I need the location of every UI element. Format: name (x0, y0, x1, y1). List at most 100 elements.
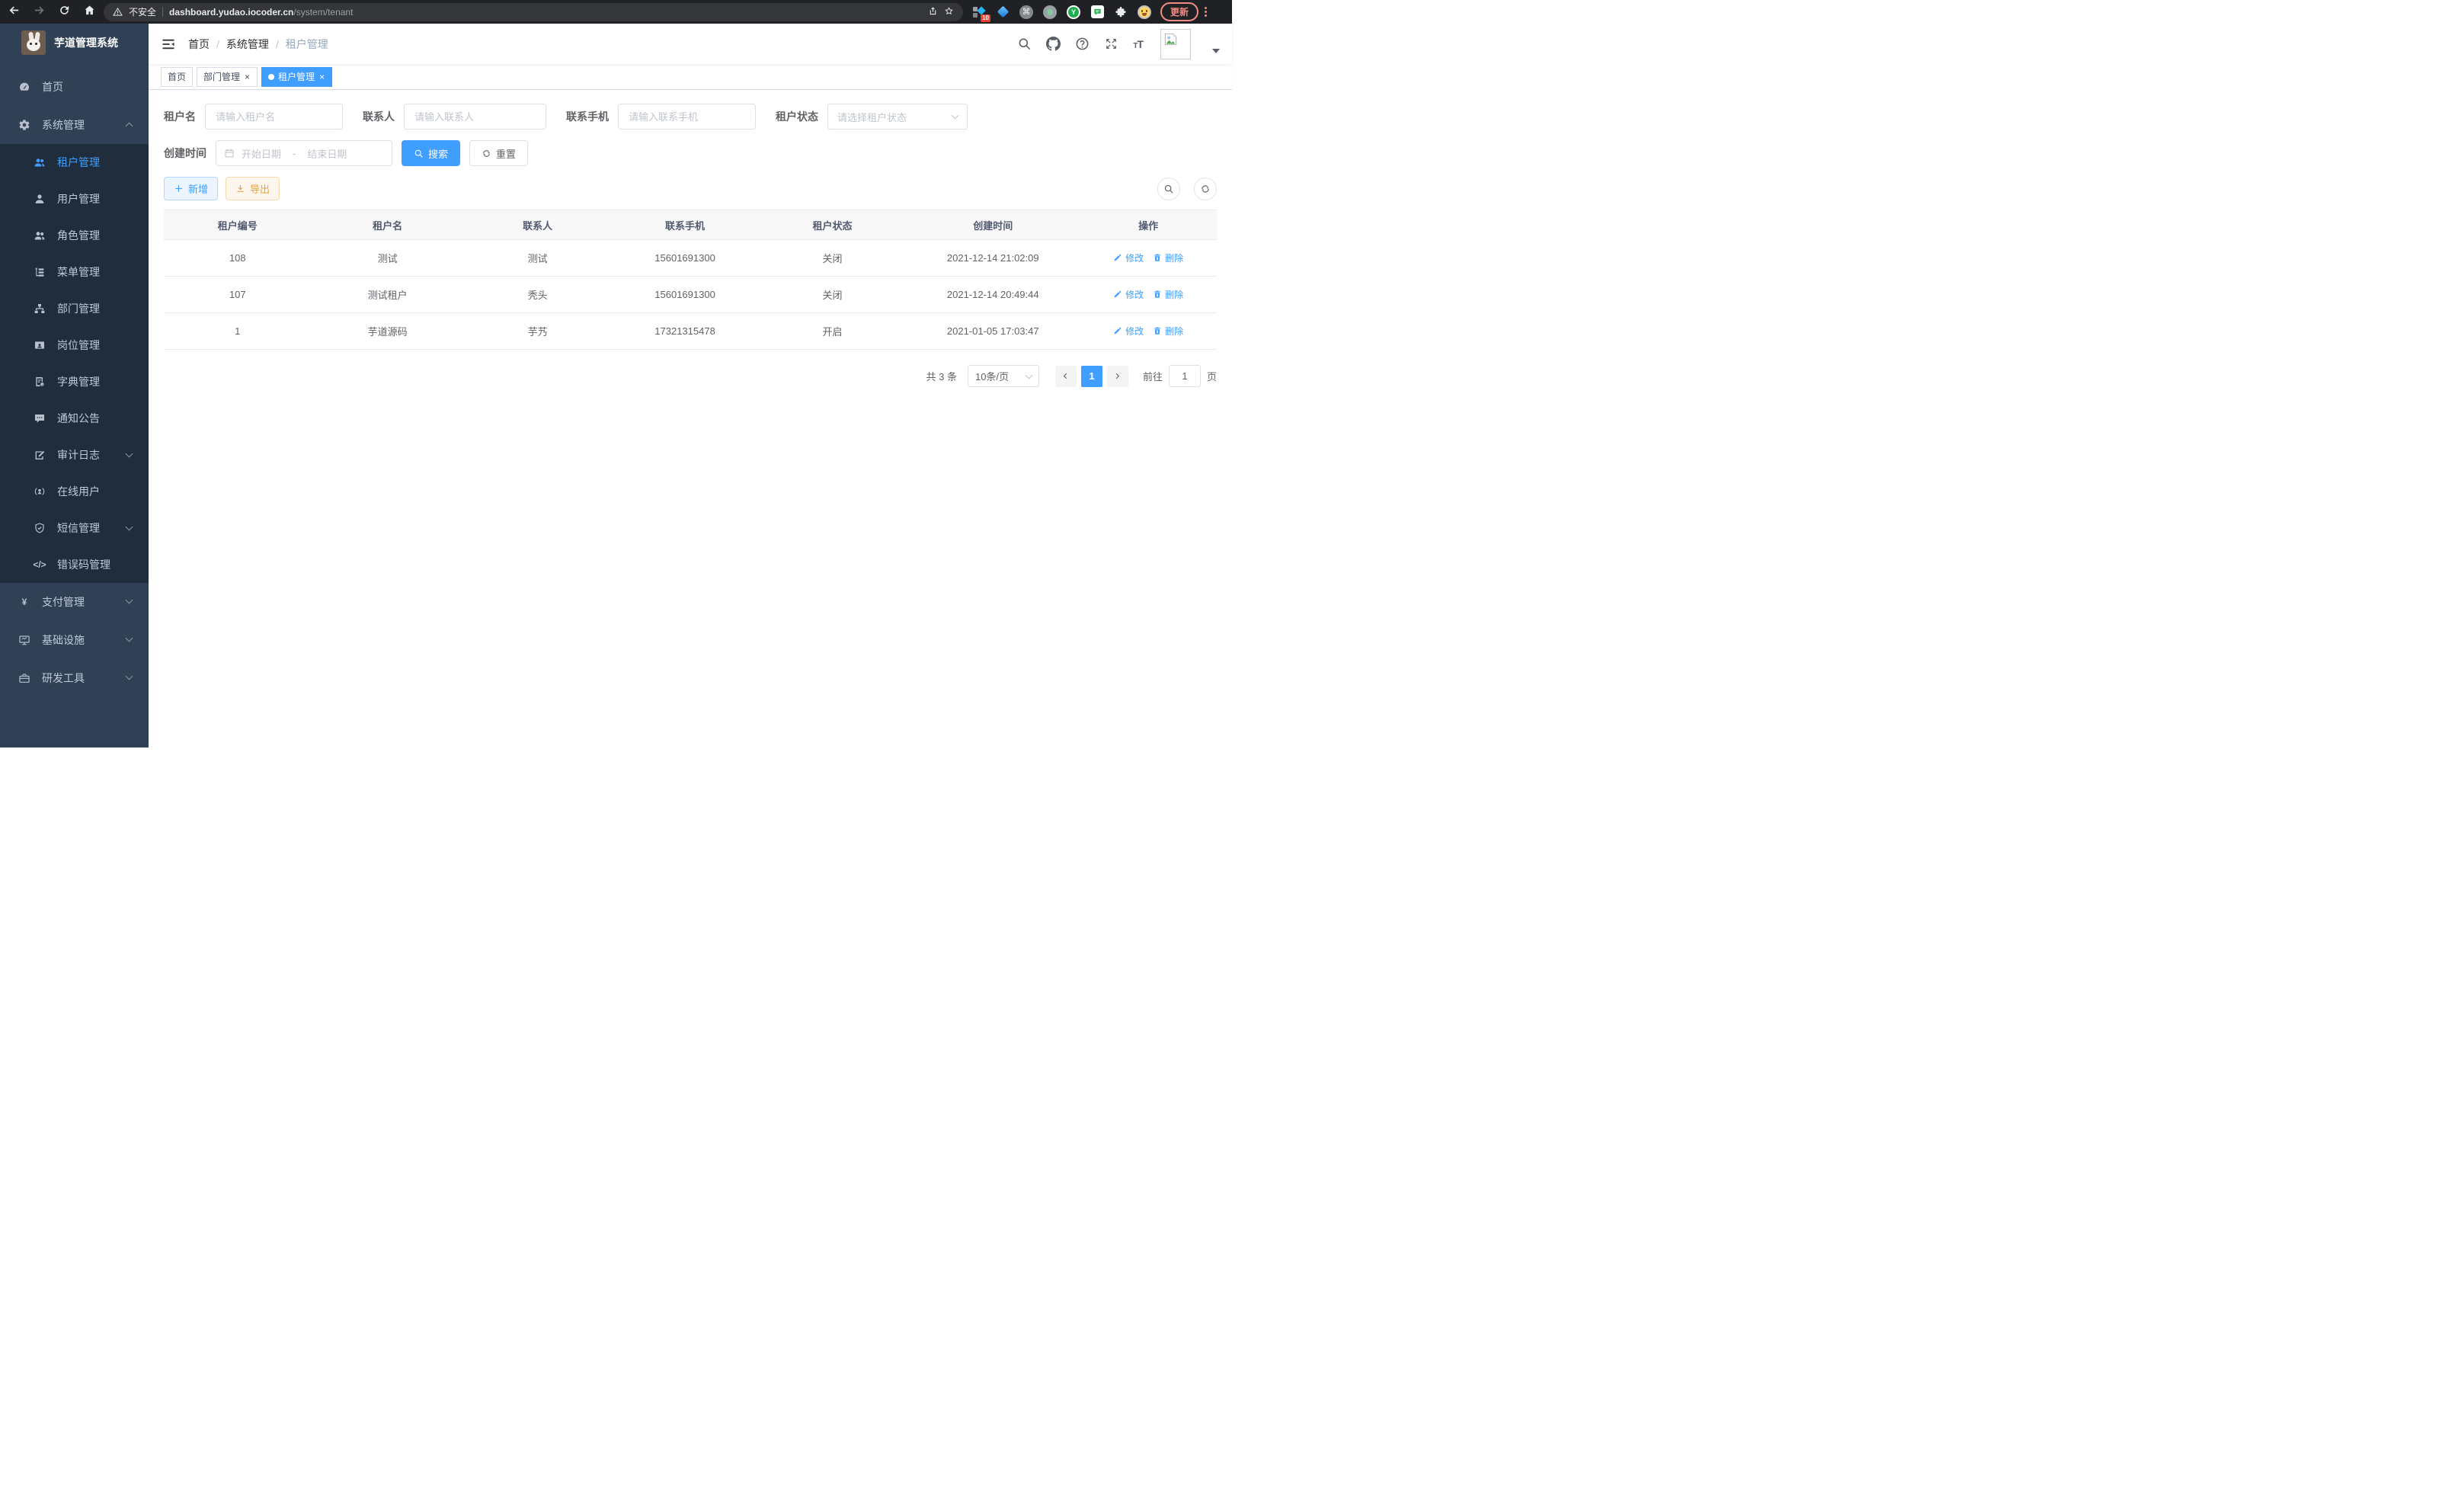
col-created: 创建时间 (906, 210, 1080, 240)
forward-icon[interactable] (33, 4, 46, 21)
help-icon[interactable] (1075, 37, 1090, 51)
sidebar-item-10[interactable]: 审计日志 (0, 437, 149, 473)
delete-link[interactable]: 删除 (1153, 251, 1183, 264)
add-button[interactable]: 新增 (164, 177, 218, 200)
url-host: dashboard.yudao.iocoder.cn (169, 7, 293, 18)
cell-actions: 修改删除 (1080, 313, 1217, 350)
edit-link[interactable]: 修改 (1113, 251, 1144, 264)
reset-button[interactable]: 重置 (469, 140, 528, 166)
mobile-label: 联系手机 (566, 109, 609, 124)
share-icon[interactable] (928, 6, 938, 18)
logo-image (21, 30, 46, 55)
breadcrumb-home[interactable]: 首页 (188, 37, 210, 52)
back-icon[interactable] (8, 4, 21, 21)
edit-link[interactable]: 修改 (1113, 325, 1144, 338)
url-path: /system/tenant (293, 7, 353, 18)
download-icon (235, 184, 245, 194)
next-page-button[interactable] (1107, 366, 1128, 387)
breadcrumb-system[interactable]: 系统管理 (226, 37, 269, 52)
reload-icon[interactable] (58, 4, 71, 21)
chevron-down-icon (126, 597, 133, 604)
sidebar-item-0[interactable]: 首页 (0, 68, 149, 106)
close-icon[interactable]: × (318, 72, 325, 82)
logo-row[interactable]: 芋道管理系统 (0, 24, 149, 62)
profile-emoji-icon[interactable] (1138, 5, 1151, 19)
goto-page-input[interactable] (1169, 365, 1201, 387)
cell-tenant-id: 108 (164, 240, 311, 277)
pencil-icon (1113, 290, 1122, 299)
start-date: 开始日期 (242, 146, 281, 161)
app-title: 芋道管理系统 (54, 35, 118, 50)
sidebar-item-5[interactable]: 菜单管理 (0, 254, 149, 290)
toggle-search-button[interactable] (1157, 178, 1180, 200)
font-size-icon[interactable]: TT (1133, 38, 1143, 50)
breadcrumb-separator: / (216, 38, 219, 50)
tab-tenant[interactable]: 租户管理 × (261, 67, 332, 87)
tenant-name-input[interactable] (205, 104, 343, 130)
dict-icon (34, 376, 46, 388)
search-icon (414, 149, 424, 158)
delete-link[interactable]: 删除 (1153, 325, 1183, 338)
sidebar-collapse-icon[interactable] (161, 37, 176, 52)
sidebar-item-11[interactable]: 在线用户 (0, 473, 149, 510)
fullscreen-icon[interactable] (1104, 37, 1118, 51)
prev-page-button[interactable] (1055, 366, 1077, 387)
address-bar[interactable]: 不安全 dashboard.yudao.iocoder.cn/system/te… (104, 3, 963, 21)
delete-link[interactable]: 删除 (1153, 288, 1183, 301)
pay-icon: ¥ (18, 596, 30, 608)
date-range-picker[interactable]: 开始日期 - 结束日期 (216, 140, 392, 166)
sidebar: 芋道管理系统 首页系统管理租户管理用户管理角色管理菜单管理部门管理岗位管理字典管… (0, 24, 149, 748)
sidebar-item-7[interactable]: 岗位管理 (0, 327, 149, 363)
extension-y-icon[interactable]: Y (1067, 5, 1080, 19)
extension-dot-icon[interactable] (1043, 5, 1057, 19)
tab-dept[interactable]: 部门管理 × (197, 67, 258, 87)
cell-mobile: 17321315478 (611, 313, 758, 350)
chevron-down-icon (126, 635, 133, 642)
github-icon[interactable] (1046, 37, 1061, 51)
sidebar-menu: 首页系统管理租户管理用户管理角色管理菜单管理部门管理岗位管理字典管理通知公告审计… (0, 68, 149, 697)
browser-menu-icon[interactable] (1202, 7, 1210, 17)
cell-tenant-id: 1 (164, 313, 311, 350)
status-select[interactable]: 请选择租户状态 (827, 104, 968, 130)
extension-tiles-icon[interactable]: 10 (972, 5, 986, 19)
extensions-puzzle-icon[interactable] (1114, 5, 1128, 19)
avatar[interactable] (1160, 29, 1191, 59)
trash-icon (1153, 290, 1162, 299)
search-button[interactable]: 搜索 (402, 140, 460, 166)
sidebar-item-9[interactable]: 通知公告 (0, 400, 149, 437)
sidebar-item-8[interactable]: 字典管理 (0, 363, 149, 400)
export-button[interactable]: 导出 (226, 177, 280, 200)
bookmark-star-icon[interactable] (944, 6, 954, 18)
mobile-input[interactable] (618, 104, 756, 130)
page-size-select[interactable]: 10条/页 (968, 365, 1039, 387)
chrome-update-button[interactable]: 更新 (1160, 2, 1198, 21)
sidebar-item-3[interactable]: 用户管理 (0, 181, 149, 217)
page-1-button[interactable]: 1 (1081, 366, 1102, 387)
edit-link[interactable]: 修改 (1113, 288, 1144, 301)
sidebar-item-14[interactable]: ¥支付管理 (0, 583, 149, 621)
table-row-1: 107测试租户秃头15601691300关闭2021-12-14 20:49:4… (164, 277, 1217, 313)
cell-created: 2021-12-14 20:49:44 (906, 277, 1080, 313)
search-icon[interactable] (1017, 37, 1032, 51)
tab-home[interactable]: 首页 (161, 67, 193, 87)
sidebar-item-16[interactable]: 研发工具 (0, 659, 149, 697)
cell-created: 2021-12-14 21:02:09 (906, 240, 1080, 277)
close-icon[interactable]: × (244, 72, 251, 82)
sidebar-item-15[interactable]: 基础设施 (0, 621, 149, 659)
sidebar-item-2[interactable]: 租户管理 (0, 144, 149, 181)
extension-command-icon[interactable]: ⌘ (1019, 5, 1033, 19)
pagination: 共 3 条 10条/页 1 前往 页 (164, 365, 1217, 387)
sidebar-item-1[interactable]: 系统管理 (0, 106, 149, 144)
calendar-icon (224, 148, 235, 158)
refresh-icon (482, 149, 491, 158)
sidebar-item-12[interactable]: 短信管理 (0, 510, 149, 546)
sidebar-item-13[interactable]: </>错误码管理 (0, 546, 149, 583)
sidebar-item-6[interactable]: 部门管理 (0, 290, 149, 327)
extension-chat-icon[interactable] (1090, 5, 1104, 19)
home-icon[interactable] (83, 4, 96, 21)
extension-kite-icon[interactable] (996, 5, 1010, 19)
contact-input[interactable] (404, 104, 546, 130)
avatar-caret-icon[interactable] (1212, 49, 1220, 53)
refresh-table-button[interactable] (1194, 178, 1217, 200)
sidebar-item-4[interactable]: 角色管理 (0, 217, 149, 254)
